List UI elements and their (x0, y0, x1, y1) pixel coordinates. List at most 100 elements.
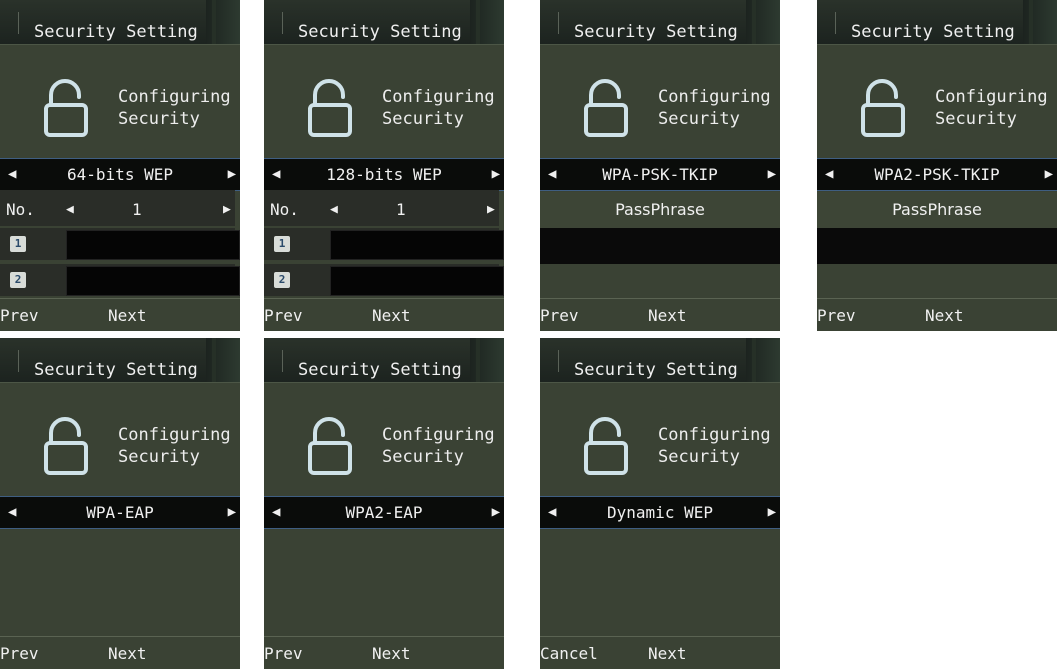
screen-wpa-eap: Security Setting Configuring Security ◀ … (0, 338, 240, 669)
unlocked-padlock-icon (584, 417, 628, 475)
key-1-input[interactable] (66, 230, 240, 260)
screen-wpa-psk-tkip: Security Setting Configuring Security ◀ … (540, 0, 780, 331)
left-arrow-icon[interactable]: ◀ (330, 202, 338, 217)
unlocked-padlock-icon (308, 79, 352, 137)
next-button[interactable]: Next (108, 306, 147, 325)
title-corner-decoration (1023, 0, 1057, 44)
configuring-line-1: Configuring (382, 87, 495, 107)
configuring-line-2: Security (658, 109, 740, 129)
security-type-value: Dynamic WEP (607, 503, 713, 522)
key-number-value: 1 (396, 200, 406, 219)
left-arrow-icon[interactable]: ◀ (272, 504, 280, 520)
configuring-line-1: Configuring (118, 87, 231, 107)
prev-button[interactable]: Prev (540, 306, 579, 325)
prev-button[interactable]: Prev (264, 306, 303, 325)
title: Security Setting (574, 22, 738, 42)
left-arrow-icon[interactable]: ◀ (548, 166, 556, 182)
security-type-selector[interactable]: ◀ WPA2-EAP ▶ (264, 496, 504, 529)
prev-button[interactable]: Prev (264, 644, 303, 663)
next-button[interactable]: Next (648, 306, 687, 325)
title-corner-decoration (746, 338, 780, 382)
title-corner-decoration (206, 338, 240, 382)
key-1-input[interactable] (330, 230, 504, 260)
key-number-selector[interactable]: No. ◀ 1 ▶ (264, 190, 499, 226)
unlocked-padlock-icon (584, 79, 628, 137)
right-arrow-icon[interactable]: ▶ (223, 202, 231, 217)
security-type-value: WPA-EAP (86, 503, 154, 522)
softkey-bar: Cancel Next (540, 636, 780, 669)
configuring-line-2: Security (382, 447, 464, 467)
right-arrow-icon[interactable]: ▶ (487, 202, 495, 217)
title: Security Setting (851, 22, 1015, 42)
right-arrow-icon[interactable]: ▶ (768, 166, 776, 182)
left-arrow-icon[interactable]: ◀ (8, 166, 16, 182)
passphrase-input[interactable] (540, 228, 780, 264)
security-type-selector[interactable]: ◀ WPA2-PSK-TKIP ▶ (817, 158, 1057, 191)
left-arrow-icon[interactable]: ◀ (548, 504, 556, 520)
title-separator (835, 12, 836, 34)
configuring-line-1: Configuring (935, 87, 1048, 107)
softkey-bar: Prev Next (0, 636, 240, 669)
security-type-selector[interactable]: ◀ WPA-EAP ▶ (0, 496, 240, 529)
title-bar: Security Setting (264, 338, 504, 383)
right-arrow-icon[interactable]: ▶ (768, 504, 776, 520)
configuring-security-text: Configuring Security (935, 86, 1048, 130)
next-button[interactable]: Next (925, 306, 964, 325)
next-button[interactable]: Next (648, 644, 687, 663)
title-bar: Security Setting (0, 338, 240, 383)
key-number-selector[interactable]: No. ◀ 1 ▶ (0, 190, 235, 226)
next-button[interactable]: Next (372, 306, 411, 325)
right-arrow-icon[interactable]: ▶ (228, 504, 236, 520)
prev-button[interactable]: Prev (0, 306, 39, 325)
key-1-badge: 1 (10, 236, 26, 252)
title: Security Setting (34, 22, 198, 42)
left-arrow-icon[interactable]: ◀ (272, 166, 280, 182)
next-button[interactable]: Next (372, 644, 411, 663)
right-arrow-icon[interactable]: ▶ (228, 166, 236, 182)
unlocked-padlock-icon (861, 79, 905, 137)
screen-wpa2-psk-tkip: Security Setting Configuring Security ◀ … (817, 0, 1057, 331)
right-arrow-icon[interactable]: ▶ (492, 166, 500, 182)
cancel-button[interactable]: Cancel (540, 644, 598, 663)
key-number-label: No. (6, 200, 35, 219)
right-arrow-icon[interactable]: ▶ (1045, 166, 1053, 182)
passphrase-label: PassPhrase (892, 200, 982, 219)
configuring-security-text: Configuring Security (658, 86, 771, 130)
configuring-line-2: Security (658, 447, 740, 467)
configuring-security-text: Configuring Security (118, 424, 231, 468)
left-arrow-icon[interactable]: ◀ (825, 166, 833, 182)
configuring-line-2: Security (118, 109, 200, 129)
prev-button[interactable]: Prev (817, 306, 856, 325)
title-separator (282, 350, 283, 372)
security-type-selector[interactable]: ◀ 128-bits WEP ▶ (264, 158, 504, 191)
security-type-selector[interactable]: ◀ Dynamic WEP ▶ (540, 496, 780, 529)
title: Security Setting (298, 360, 462, 380)
next-button[interactable]: Next (108, 644, 147, 663)
passphrase-input[interactable] (817, 228, 1057, 264)
title-corner-decoration (470, 0, 504, 44)
key-2-badge: 2 (274, 272, 290, 288)
security-type-value: WPA2-PSK-TKIP (874, 165, 1000, 184)
configuring-security-text: Configuring Security (382, 86, 495, 130)
title-corner-decoration (746, 0, 780, 44)
key-2-badge: 2 (10, 272, 26, 288)
title-bar: Security Setting (264, 0, 504, 45)
key-1-badge: 1 (274, 236, 290, 252)
title: Security Setting (298, 22, 462, 42)
key-2-input[interactable] (330, 266, 504, 296)
security-type-selector[interactable]: ◀ 64-bits WEP ▶ (0, 158, 240, 191)
security-type-selector[interactable]: ◀ WPA-PSK-TKIP ▶ (540, 158, 780, 191)
passphrase-label-row: PassPhrase (817, 192, 1057, 228)
prev-button[interactable]: Prev (0, 644, 39, 663)
key-2-input[interactable] (66, 266, 240, 296)
left-arrow-icon[interactable]: ◀ (66, 202, 74, 217)
screen-dynamic-wep: Security Setting Configuring Security ◀ … (540, 338, 780, 669)
key-number-label: No. (270, 200, 299, 219)
title-bar: Security Setting (540, 0, 780, 45)
key-row: 2 (0, 264, 240, 296)
key-row: 1 (264, 228, 504, 260)
left-arrow-icon[interactable]: ◀ (8, 504, 16, 520)
title-bar: Security Setting (817, 0, 1057, 45)
configuring-line-2: Security (935, 109, 1017, 129)
right-arrow-icon[interactable]: ▶ (492, 504, 500, 520)
